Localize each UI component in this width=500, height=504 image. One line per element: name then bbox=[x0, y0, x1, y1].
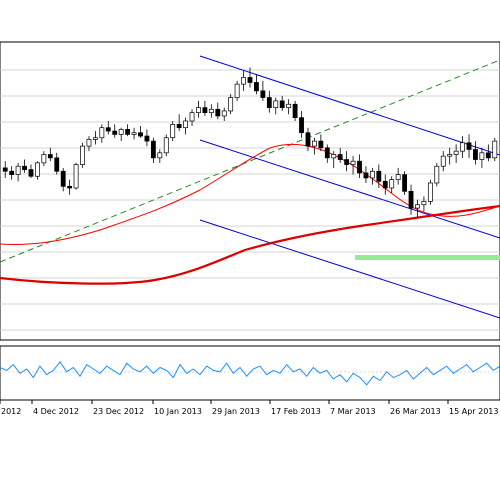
x-axis-tick-label: 23 Dec 2012 bbox=[93, 407, 144, 416]
x-axis-tick-label: 10 Jan 2013 bbox=[154, 407, 202, 416]
candle-body bbox=[35, 162, 40, 177]
candle-body bbox=[408, 191, 414, 209]
candle-body bbox=[324, 147, 330, 159]
candle-body bbox=[215, 108, 221, 117]
candle-body bbox=[415, 204, 420, 209]
candle-body bbox=[86, 139, 92, 147]
candle-body bbox=[80, 145, 85, 165]
candle-body bbox=[453, 150, 459, 155]
candle-body bbox=[337, 154, 343, 160]
candle-body bbox=[273, 100, 279, 108]
candle-body bbox=[318, 140, 324, 149]
candle-body bbox=[163, 137, 169, 154]
x-axis-tick-label: 2012 bbox=[1, 407, 21, 416]
x-axis-tick-label: 15 Apr 2013 bbox=[449, 407, 498, 416]
candle-body bbox=[131, 132, 137, 135]
x-axis-tick-label: 17 Feb 2013 bbox=[271, 407, 321, 416]
x-axis-tick-label: 7 Mar 2013 bbox=[330, 407, 376, 416]
x-axis-tick-label: 29 Jan 2013 bbox=[212, 407, 260, 416]
candle-body bbox=[176, 123, 182, 129]
candle-body bbox=[254, 82, 259, 92]
candle-body bbox=[460, 142, 465, 152]
candle-body bbox=[234, 83, 240, 98]
candle-body bbox=[312, 140, 317, 147]
candle-body bbox=[402, 174, 408, 192]
candle-body bbox=[228, 97, 234, 112]
candle-body bbox=[357, 160, 362, 174]
candle-body bbox=[2, 167, 8, 172]
candle-body bbox=[479, 152, 485, 160]
candle-body bbox=[241, 77, 246, 85]
candle-body bbox=[350, 160, 356, 165]
candle-body bbox=[9, 170, 15, 175]
candle-body bbox=[144, 135, 150, 142]
candle-body bbox=[466, 142, 472, 150]
candle-body bbox=[421, 201, 427, 206]
candle-body bbox=[292, 103, 298, 118]
candle-body bbox=[54, 157, 60, 172]
candle-body bbox=[41, 154, 47, 164]
candle-body bbox=[395, 174, 401, 180]
candle-body bbox=[279, 100, 285, 108]
candle-body bbox=[221, 110, 227, 117]
support-band bbox=[355, 255, 500, 260]
candle-body bbox=[208, 108, 214, 113]
candle-body bbox=[125, 129, 131, 135]
candle-body bbox=[440, 155, 446, 167]
candle-body bbox=[189, 112, 195, 122]
candle-body bbox=[331, 154, 337, 159]
candle-body bbox=[150, 140, 156, 159]
candle-body bbox=[434, 165, 440, 184]
candle-body bbox=[112, 130, 118, 135]
candle-body bbox=[344, 159, 350, 165]
candle-body bbox=[473, 149, 478, 160]
candle-body bbox=[427, 182, 433, 202]
candle-body bbox=[447, 154, 453, 157]
candle-body bbox=[492, 140, 498, 159]
candle-body bbox=[196, 107, 201, 113]
candle-body bbox=[202, 107, 208, 113]
candle-body bbox=[266, 97, 272, 108]
candle-body bbox=[299, 117, 304, 134]
candle-body bbox=[60, 170, 66, 187]
candle-body bbox=[138, 132, 143, 137]
candle-body bbox=[99, 127, 105, 139]
candle-body bbox=[376, 170, 382, 182]
candle-body bbox=[305, 132, 311, 147]
candle-body bbox=[170, 123, 176, 139]
candle-body bbox=[15, 165, 21, 175]
candle-body bbox=[157, 152, 163, 159]
candle-body bbox=[105, 127, 111, 132]
chart-svg: 2012 4 Dec 2012 23 Dec 2012 10 Jan 2013 29 J… bbox=[0, 41, 500, 416]
candle-body bbox=[73, 164, 79, 189]
candle-body bbox=[260, 90, 266, 98]
x-axis-tick-label: 26 Mar 2013 bbox=[390, 407, 441, 416]
candle-body bbox=[485, 152, 491, 159]
candle-body bbox=[67, 185, 73, 189]
candle-body bbox=[47, 154, 53, 159]
candle-body bbox=[382, 180, 388, 189]
candle-body bbox=[92, 137, 98, 140]
candle-body bbox=[28, 169, 34, 177]
candle-body bbox=[118, 129, 124, 135]
x-axis-tick-label: 4 Dec 2012 bbox=[33, 407, 79, 416]
candle-body bbox=[369, 170, 375, 179]
chart: 2012 4 Dec 2012 23 Dec 2012 10 Jan 2013 29 J… bbox=[0, 0, 500, 500]
candle-body bbox=[389, 179, 395, 189]
candle-body bbox=[286, 103, 292, 108]
candle-body bbox=[247, 77, 253, 83]
candle-body bbox=[22, 165, 27, 170]
candle-body bbox=[363, 172, 369, 179]
candle-body bbox=[183, 120, 188, 129]
